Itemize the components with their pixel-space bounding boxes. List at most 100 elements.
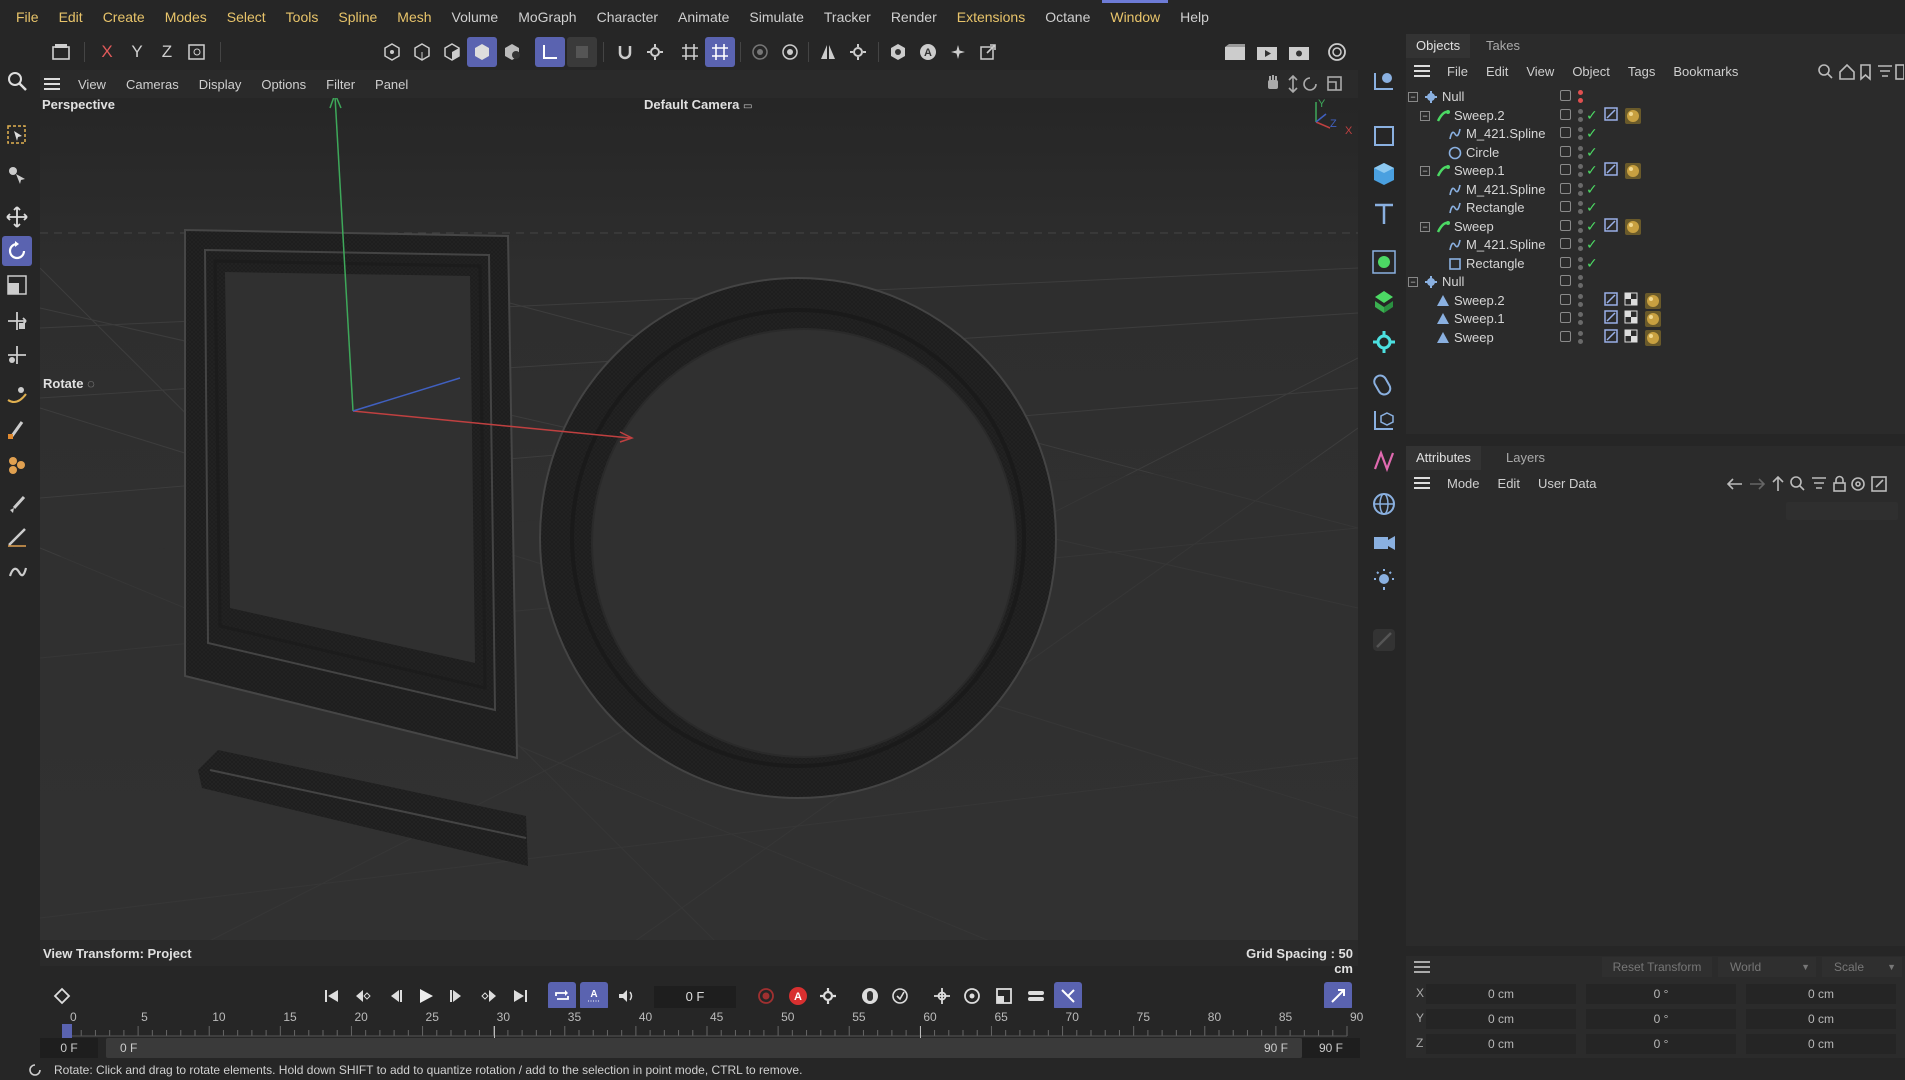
phong-tag-icon[interactable] <box>1604 291 1622 310</box>
render-visibility-dot[interactable] <box>1578 190 1583 196</box>
uv-mode-icon[interactable] <box>497 37 527 67</box>
editor-visibility-dot[interactable] <box>1578 182 1583 188</box>
viewport-projection-label[interactable]: Perspective <box>42 97 115 112</box>
enabled-check-icon[interactable]: ✓ <box>1586 218 1598 235</box>
viewport-menu-icon[interactable] <box>40 78 68 90</box>
uvw-tag-icon[interactable] <box>1624 292 1642 310</box>
scale-field[interactable]: 0 cm <box>1746 984 1896 1004</box>
coordinate-mode-select[interactable]: Scale ▼ <box>1822 957 1902 977</box>
menu-spline[interactable]: Spline <box>328 0 387 34</box>
menu-modes[interactable]: Modes <box>155 0 217 34</box>
object-name[interactable]: Circle <box>1466 145 1499 160</box>
attributes-menu-edit[interactable]: Edit <box>1489 476 1529 491</box>
render-visibility-dot[interactable] <box>1578 98 1583 103</box>
object-row[interactable]: Sweep <box>1406 327 1905 349</box>
attributes-menu-userdata[interactable]: User Data <box>1529 476 1606 491</box>
motion-record-icon[interactable] <box>886 982 914 1010</box>
render-visibility-dot[interactable] <box>1578 338 1583 344</box>
material-tag-icon[interactable] <box>1644 310 1662 328</box>
key-position-icon[interactable] <box>928 982 956 1010</box>
spline-pen-icon[interactable] <box>2 380 32 410</box>
field-capsule-icon[interactable] <box>1368 368 1400 400</box>
position-field[interactable]: 0 cm <box>1426 1009 1576 1029</box>
enabled-check-icon[interactable]: ✓ <box>1586 162 1598 179</box>
magnet-brush-icon[interactable] <box>2 558 32 588</box>
enable-axis-button[interactable] <box>535 37 565 67</box>
coordinate-space-select[interactable]: World ▼ <box>1718 957 1816 977</box>
axis-y-lock-button[interactable]: Y <box>122 37 152 67</box>
render-visibility-dot[interactable] <box>1578 153 1583 159</box>
editor-visibility-dot[interactable] <box>1578 219 1583 225</box>
layer-checkbox[interactable] <box>1560 256 1571 268</box>
next-frame-icon[interactable] <box>442 982 470 1010</box>
menu-volume[interactable]: Volume <box>442 0 509 34</box>
deformer-gear-icon[interactable] <box>1368 326 1400 358</box>
tab-takes[interactable]: Takes <box>1476 34 1530 58</box>
menu-window[interactable]: Window <box>1100 0 1170 34</box>
auto-key-mode-button[interactable]: A <box>580 982 608 1010</box>
editor-visibility-dot[interactable] <box>1578 275 1583 280</box>
layer-checkbox[interactable] <box>1560 90 1571 101</box>
position-field[interactable]: 0 cm <box>1426 1034 1576 1054</box>
model-mode-button[interactable] <box>467 37 497 67</box>
loop-toggle-button[interactable] <box>548 982 576 1010</box>
viewport-menu-filter[interactable]: Filter <box>316 77 365 92</box>
menu-tracker[interactable]: Tracker <box>814 0 881 34</box>
key-parameter-icon[interactable] <box>1022 982 1050 1010</box>
editor-visibility-dot[interactable] <box>1578 164 1583 169</box>
octane-live-viewer-icon[interactable] <box>1322 37 1352 67</box>
go-to-start-icon[interactable] <box>318 982 346 1010</box>
uvw-tag-icon[interactable] <box>1624 310 1642 328</box>
render-visibility-dot[interactable] <box>1578 283 1583 288</box>
key-point-level-button[interactable] <box>1054 982 1082 1010</box>
expand-toggle-icon[interactable]: − <box>1408 92 1418 102</box>
symmetry-icon[interactable] <box>813 37 843 67</box>
motion-mode-icon[interactable] <box>856 982 884 1010</box>
scene-object-icon[interactable] <box>1368 404 1400 436</box>
expand-toggle-icon[interactable]: − <box>1420 166 1430 176</box>
live-selection-icon[interactable] <box>2 120 32 150</box>
autokey-record-icon[interactable]: A <box>784 982 812 1010</box>
layer-checkbox[interactable] <box>1560 238 1571 249</box>
render-visibility-dot[interactable] <box>1578 264 1583 270</box>
rotate-tool-button[interactable] <box>2 236 32 266</box>
menu-octane[interactable]: Octane <box>1035 0 1100 34</box>
search-icon[interactable] <box>2 66 32 96</box>
auto-text-icon[interactable]: A <box>913 37 943 67</box>
camera-object-icon[interactable] <box>1368 526 1400 558</box>
attributes-menu-mode[interactable]: Mode <box>1438 476 1489 491</box>
go-to-end-icon[interactable] <box>506 982 534 1010</box>
snap-magnet-icon[interactable] <box>610 37 640 67</box>
environment-globe-icon[interactable] <box>1368 488 1400 520</box>
tab-objects[interactable]: Objects <box>1406 34 1471 58</box>
generator-icon[interactable] <box>1368 286 1400 318</box>
coordinates-menu-icon[interactable] <box>1414 961 1430 973</box>
menu-help[interactable]: Help <box>1170 0 1219 34</box>
layer-checkbox[interactable] <box>1560 312 1571 323</box>
render-visibility-dot[interactable] <box>1578 135 1583 140</box>
menu-render[interactable]: Render <box>881 0 947 34</box>
render-visibility-dot[interactable] <box>1578 209 1583 214</box>
layer-checkbox[interactable] <box>1560 330 1571 342</box>
layer-checkbox[interactable] <box>1560 219 1571 231</box>
enabled-check-icon[interactable]: ✓ <box>1586 199 1598 216</box>
layer-checkbox[interactable] <box>1560 201 1571 212</box>
enabled-check-icon[interactable]: ✓ <box>1586 255 1598 272</box>
phong-tag-icon[interactable] <box>1604 328 1622 347</box>
workplane-grid-icon[interactable] <box>675 37 705 67</box>
render-visibility-dot[interactable] <box>1578 227 1583 233</box>
render-visibility-dot[interactable] <box>1578 116 1583 122</box>
viewport-menu-options[interactable]: Options <box>251 77 316 92</box>
menu-select[interactable]: Select <box>217 0 276 34</box>
spline-shapes-icon[interactable] <box>1368 446 1400 478</box>
undo-icon[interactable] <box>46 37 76 67</box>
objects-menu-tags[interactable]: Tags <box>1619 64 1664 79</box>
layer-checkbox[interactable] <box>1560 164 1571 175</box>
scale-field[interactable]: 0 cm <box>1746 1034 1896 1054</box>
layer-checkbox[interactable] <box>1560 127 1571 138</box>
viewport-solo-icon[interactable] <box>883 37 913 67</box>
layer-checkbox[interactable] <box>1560 145 1571 157</box>
object-name[interactable]: Rectangle <box>1466 256 1525 271</box>
text-tool-icon[interactable] <box>1368 198 1400 230</box>
viewport-menu-display[interactable]: Display <box>189 77 252 92</box>
